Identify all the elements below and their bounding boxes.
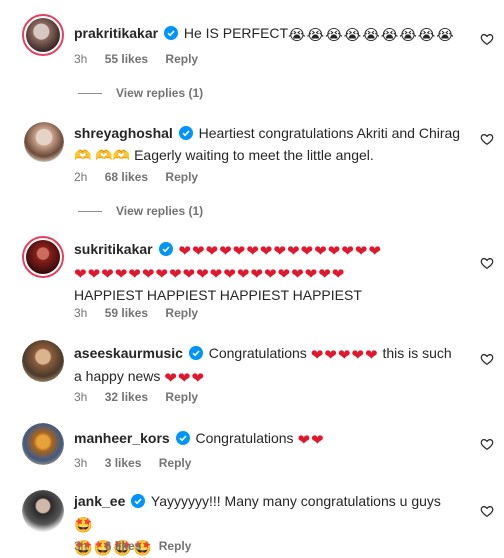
divider [78,211,102,213]
verified-badge-icon [163,26,178,40]
star-struck-emoji: 🤩 [74,517,94,534]
reply-button[interactable]: Reply [165,390,198,404]
reply-button[interactable]: Reply [165,52,198,66]
likes-count[interactable]: 3 likes [105,456,142,470]
reply-button[interactable]: Reply [159,539,192,553]
username[interactable]: jank_ee [74,493,125,509]
heart-outline-icon[interactable] [480,437,494,451]
comment-meta: 3h 32 likes Reply [74,390,212,404]
comment-text-line2: a happy news [74,368,161,384]
username[interactable]: sukritikakar [74,241,153,257]
view-replies[interactable]: View replies (1) [78,204,203,218]
divider [78,93,102,95]
timestamp[interactable]: 3h [74,390,87,404]
reply-button[interactable]: Reply [165,170,198,184]
likes-count[interactable]: 59 likes [105,306,148,320]
avatar[interactable] [22,14,64,56]
avatar[interactable] [24,122,64,162]
heart-outline-icon[interactable] [480,504,494,518]
comment-text: Yayyyyyy!!! Many many congratulations u … [150,493,441,509]
comment-meta: 3h 59 likes Reply [74,306,212,320]
comment-meta: 3h 55 likes Reply [74,52,212,66]
heart-outline-icon[interactable] [480,352,494,366]
comment-meta: 3h 6 likes Reply [74,539,205,553]
comment-text: HAPPIEST HAPPIEST HAPPIEST HAPPIEST [74,287,362,303]
username[interactable]: shreyaghoshal [74,125,173,141]
avatar[interactable] [22,340,64,382]
username[interactable]: aseeskaurmusic [74,345,183,361]
likes-count[interactable]: 6 likes [105,539,142,553]
verified-badge-icon [131,494,146,508]
timestamp[interactable]: 3h [74,52,87,66]
heart-outline-icon[interactable] [480,132,494,146]
likes-count[interactable]: 68 likes [105,170,148,184]
avatar[interactable] [22,236,64,278]
verified-badge-icon [178,126,193,140]
heart-outline-icon[interactable] [480,256,494,270]
timestamp[interactable]: 3h [74,306,87,320]
verified-badge-icon [188,346,203,360]
comment-meta: 2h 68 likes Reply [74,170,212,184]
comment-text: Congratulations [208,345,307,361]
timestamp[interactable]: 3h [74,456,87,470]
username[interactable]: manheer_kors [74,430,170,446]
timestamp[interactable]: 3h [74,539,87,553]
heart-outline-icon[interactable] [480,32,494,46]
likes-count[interactable]: 55 likes [105,52,148,66]
heart-emojis: ❤❤❤❤❤❤❤❤❤❤❤❤❤❤❤ [178,243,382,260]
verified-badge-icon [175,431,190,445]
crying-emoji: 😭😭😭😭😭😭😭😭😭 [288,27,455,44]
comment-text: He IS PERFECT [183,25,289,41]
comment-meta: 3h 3 likes Reply [74,456,205,470]
username[interactable]: prakritikakar [74,25,158,41]
avatar[interactable] [22,423,64,465]
comment-text-cont: this is such [382,345,452,361]
heart-emojis: ❤❤❤❤❤ [310,347,379,364]
comment-text: Congratulations [195,430,294,446]
view-replies[interactable]: View replies (1) [78,86,203,100]
likes-count[interactable]: 32 likes [105,390,148,404]
reply-button[interactable]: Reply [165,306,198,320]
heart-emojis: ❤❤ [297,432,325,449]
avatar[interactable] [22,490,64,532]
verified-badge-icon [158,242,173,256]
timestamp[interactable]: 2h [74,170,87,184]
heart-emojis: ❤❤❤ [164,370,206,387]
heart-emojis: ❤❤❤❤❤❤❤❤❤❤❤❤❤❤❤❤❤❤❤❤ [74,266,346,283]
reply-button[interactable]: Reply [159,456,192,470]
